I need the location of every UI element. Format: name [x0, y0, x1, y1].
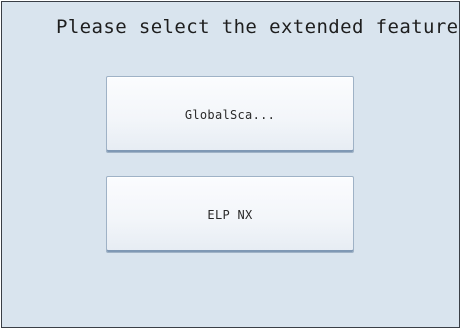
screen-title: Please select the extended feature — [56, 16, 459, 38]
feature-button-label: ELP NX — [207, 207, 253, 222]
selection-panel: Please select the extended feature Globa… — [1, 1, 460, 328]
globalscan-feature-button[interactable]: GlobalSca... — [106, 76, 354, 153]
feature-button-label: GlobalSca... — [184, 107, 276, 122]
elp-nx-feature-button[interactable]: ELP NX — [106, 176, 354, 253]
